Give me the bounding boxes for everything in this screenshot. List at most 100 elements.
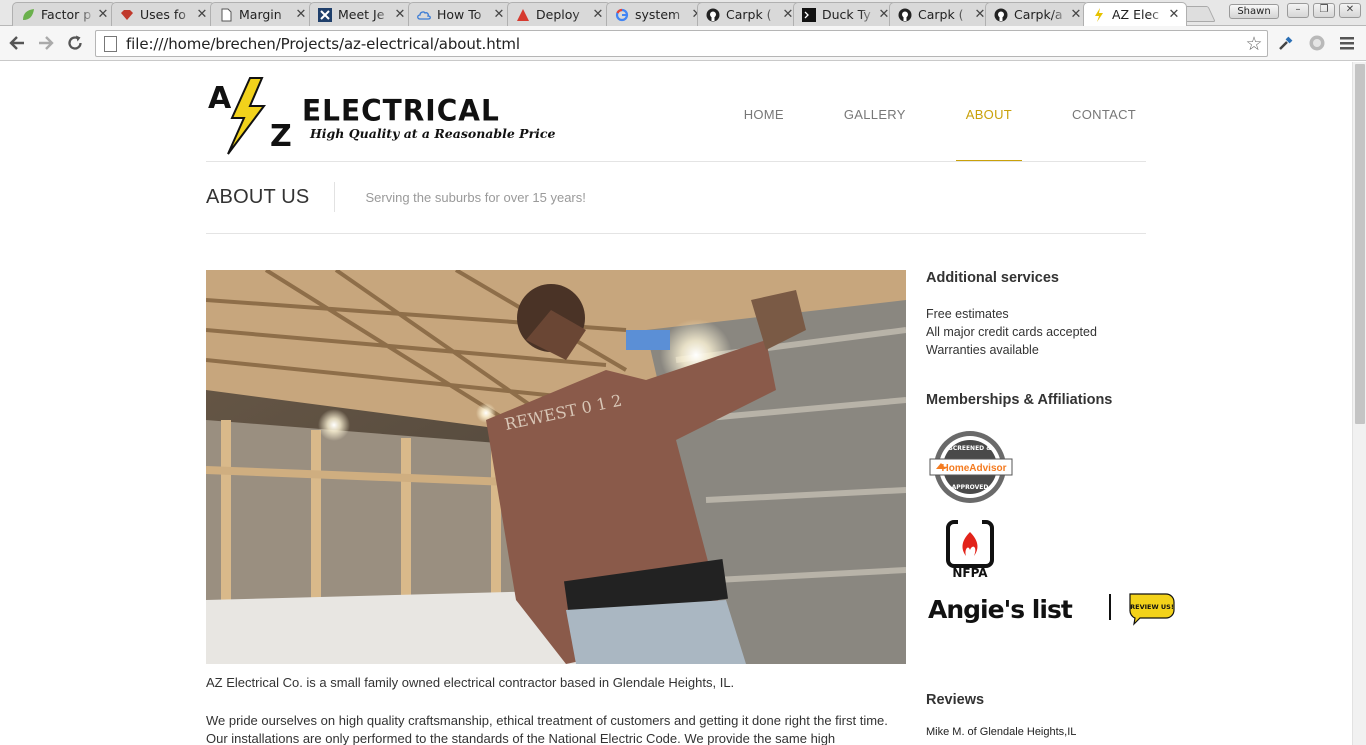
service-item: All major credit cards accepted bbox=[926, 325, 1097, 339]
page-title: ABOUT US bbox=[206, 182, 336, 212]
close-tab-icon[interactable]: ✕ bbox=[394, 7, 406, 22]
close-tab-icon[interactable]: ✕ bbox=[97, 7, 109, 22]
browser-tab[interactable]: How To ✕ bbox=[408, 2, 512, 26]
browser-tab[interactable]: Deploy ✕ bbox=[507, 2, 611, 26]
svg-text:Z: Z bbox=[270, 119, 292, 154]
tab-title: Uses fo bbox=[140, 7, 186, 22]
svg-text:A: A bbox=[208, 81, 232, 116]
reviews-heading: Reviews bbox=[926, 692, 985, 708]
close-window-icon[interactable]: ✕ bbox=[1339, 3, 1361, 18]
nav-gallery[interactable]: GALLERY bbox=[834, 62, 916, 162]
tab-title: Carpk ( bbox=[918, 7, 964, 22]
lightning-icon bbox=[1092, 7, 1106, 22]
services-heading: Additional services bbox=[926, 270, 1059, 286]
header-divider bbox=[206, 161, 1146, 162]
logo-tagline: High Quality at a Reasonable Price bbox=[310, 126, 556, 141]
browser-tab[interactable]: Duck Ty ✕ bbox=[793, 2, 897, 26]
tab-title: Margin bbox=[239, 7, 282, 22]
about-paragraph-1: AZ Electrical Co. is a small family owne… bbox=[206, 675, 735, 690]
close-tab-icon[interactable]: ✕ bbox=[196, 7, 208, 22]
browser-tab[interactable]: Margin ✕ bbox=[210, 2, 314, 26]
github-icon bbox=[994, 8, 1008, 22]
terminal-icon bbox=[802, 7, 816, 22]
extension-icon[interactable] bbox=[1306, 32, 1328, 54]
nav-about[interactable]: ABOUT bbox=[955, 62, 1023, 162]
heading-divider bbox=[206, 233, 1146, 234]
bookmark-star-icon[interactable]: ☆ bbox=[1241, 33, 1267, 55]
close-tab-icon[interactable]: ✕ bbox=[295, 7, 307, 22]
browser-tab[interactable]: Uses fo ✕ bbox=[111, 2, 215, 26]
svg-text:SCREENED &: SCREENED & bbox=[949, 445, 992, 452]
minimize-icon[interactable]: – bbox=[1287, 3, 1309, 18]
services-list: Free estimates All major credit cards ac… bbox=[926, 305, 1097, 359]
browser-tab[interactable]: Factor p ✕ bbox=[12, 2, 116, 26]
site-logo[interactable]: A Z ELECTRICAL High Quality at a Reasona… bbox=[206, 74, 555, 156]
back-arrow-icon[interactable] bbox=[4, 30, 30, 56]
document-icon bbox=[219, 8, 233, 22]
svg-text:REVIEW US!: REVIEW US! bbox=[1130, 603, 1174, 611]
url-text[interactable]: file:///home/brechen/Projects/az-electri… bbox=[126, 35, 1241, 53]
svg-text:HomeAdvisor: HomeAdvisor bbox=[941, 463, 1006, 474]
nav-home[interactable]: HOME bbox=[734, 62, 794, 162]
tab-title: How To bbox=[437, 7, 482, 22]
page-icon bbox=[104, 35, 117, 52]
menu-icon[interactable] bbox=[1336, 32, 1358, 54]
reload-icon[interactable] bbox=[62, 30, 88, 56]
google-icon bbox=[615, 8, 629, 22]
electrician-photo: REWEST 0 1 2 bbox=[206, 270, 906, 664]
review-author: Mike M. of Glendale Heights,IL bbox=[926, 726, 1077, 738]
triangle-icon bbox=[516, 8, 530, 22]
browser-tab[interactable]: Carpk/a ✕ bbox=[985, 2, 1089, 26]
svg-text:NFPA: NFPA bbox=[952, 566, 988, 580]
maximize-icon[interactable]: ❐ bbox=[1313, 3, 1335, 18]
tab-strip: Factor p ✕ Uses fo ✕ Margin ✕ Meet Je ✕ … bbox=[0, 0, 1366, 26]
nav-contact[interactable]: CONTACT bbox=[1062, 62, 1146, 162]
github-icon bbox=[706, 8, 720, 22]
close-tab-icon[interactable]: ✕ bbox=[493, 7, 505, 22]
forward-arrow-icon[interactable] bbox=[33, 30, 59, 56]
confluence-icon bbox=[318, 7, 332, 22]
logo-brand-text: ELECTRICAL bbox=[302, 93, 500, 128]
service-item: Free estimates bbox=[926, 307, 1009, 321]
browser-tab-active[interactable]: AZ Elec ✕ bbox=[1083, 2, 1187, 26]
tab-title: Carpk ( bbox=[726, 7, 772, 22]
main-nav: HOME GALLERY ABOUT CONTACT bbox=[694, 62, 1146, 162]
tab-title: Meet Je bbox=[338, 7, 385, 22]
close-tab-icon[interactable]: ✕ bbox=[1168, 7, 1180, 22]
gem-icon bbox=[120, 8, 134, 22]
browser-tab[interactable]: Carpk ( ✕ bbox=[697, 2, 801, 26]
tab-title: Carpk/a bbox=[1014, 7, 1063, 22]
eyedropper-icon[interactable] bbox=[1275, 32, 1297, 54]
browser-toolbar: file:///home/brechen/Projects/az-electri… bbox=[0, 26, 1366, 61]
address-bar[interactable]: file:///home/brechen/Projects/az-electri… bbox=[95, 30, 1268, 57]
service-item: Warranties available bbox=[926, 343, 1039, 357]
profile-button[interactable]: Shawn bbox=[1229, 4, 1279, 19]
scrollbar-thumb[interactable] bbox=[1355, 64, 1365, 424]
close-tab-icon[interactable]: ✕ bbox=[592, 7, 604, 22]
cloud-icon bbox=[417, 8, 431, 22]
svg-text:Angie's list: Angie's list bbox=[928, 595, 1073, 624]
nfpa-logo[interactable]: NFPA bbox=[944, 520, 1004, 580]
about-paragraph-2: We pride ourselves on high quality craft… bbox=[206, 713, 888, 745]
browser-tab[interactable]: Carpk ( ✕ bbox=[889, 2, 993, 26]
tab-title: Duck Ty bbox=[822, 7, 871, 22]
tab-title: Factor p bbox=[41, 7, 92, 22]
about-body: AZ Electrical Co. is a small family owne… bbox=[206, 674, 906, 745]
close-tab-icon[interactable]: ✕ bbox=[1070, 7, 1082, 22]
tab-title: system bbox=[635, 7, 681, 22]
tab-title: AZ Elec bbox=[1112, 7, 1160, 22]
browser-tab[interactable]: Meet Je ✕ bbox=[309, 2, 413, 26]
page-scrollbar[interactable] bbox=[1352, 62, 1366, 745]
tab-title: Deploy bbox=[536, 7, 580, 22]
leaf-icon bbox=[21, 8, 35, 22]
lightning-logo-icon: A Z bbox=[208, 77, 292, 155]
page-subtitle: Serving the suburbs for over 15 years! bbox=[365, 189, 586, 205]
browser-tab[interactable]: system ✕ bbox=[606, 2, 710, 26]
homeadvisor-badge[interactable]: SCREENED & HomeAdvisor APPROVED bbox=[926, 428, 1016, 506]
svg-text:APPROVED: APPROVED bbox=[952, 484, 989, 491]
github-icon bbox=[898, 8, 912, 22]
page-viewport: A Z ELECTRICAL High Quality at a Reasona… bbox=[0, 62, 1352, 745]
angies-list-logo[interactable]: Angie's list REVIEW US! bbox=[926, 588, 1176, 630]
page-heading: ABOUT US Serving the suburbs for over 15… bbox=[206, 182, 586, 212]
memberships-heading: Memberships & Affiliations bbox=[926, 392, 1113, 408]
